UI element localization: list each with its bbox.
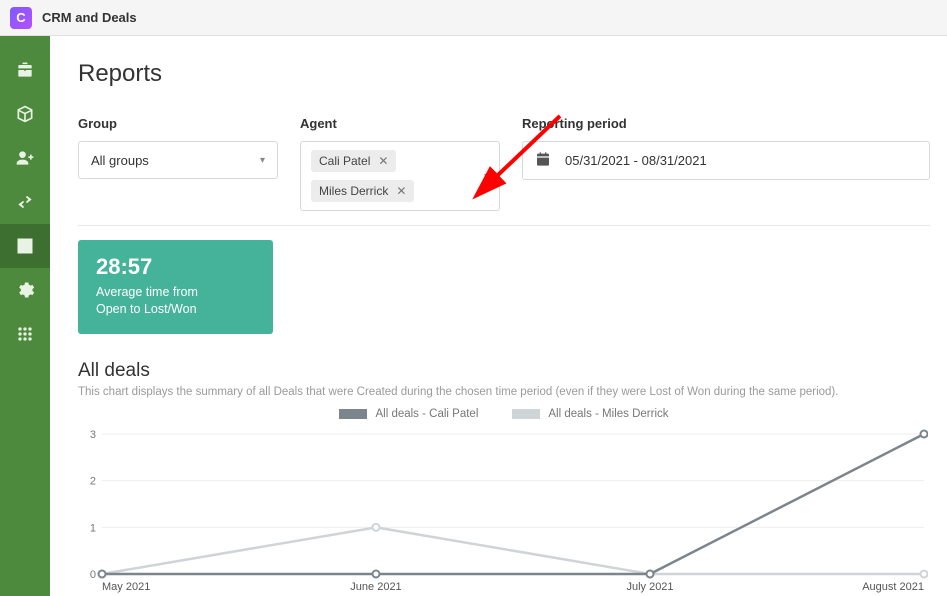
metric-label: Average time from Open to Lost/Won [96,284,255,318]
chevron-down-icon: ▾ [260,155,265,166]
legend-item: All deals - Miles Derrick [512,408,668,420]
briefcase-icon [15,60,35,80]
metric-value: 28:57 [96,254,255,280]
gear-icon [15,280,35,300]
apps-grid-icon [15,324,35,344]
nav-settings[interactable] [0,268,50,312]
user-plus-icon [15,148,35,168]
svg-text:May 2021: May 2021 [102,581,150,593]
svg-text:July 2021: July 2021 [626,581,673,593]
metric-card: 28:57 Average time from Open to Lost/Won [78,240,273,334]
legend-swatch [512,409,540,419]
legend-label: All deals - Miles Derrick [548,408,668,420]
chart-legend: All deals - Cali Patel All deals - Miles… [78,408,930,420]
main-content: Reports Group All groups ▾ Agent Cali Pa… [50,36,947,596]
topbar: C CRM and Deals [0,0,947,36]
agent-tag-name: Miles Derrick [319,184,388,198]
agent-tag-name: Cali Patel [319,154,370,168]
nav-briefcase[interactable] [0,48,50,92]
app-logo: C [10,7,32,29]
period-select[interactable]: 05/31/2021 - 08/31/2021 [522,141,930,180]
page-title: Reports [78,60,930,88]
remove-tag-icon[interactable]: ✕ [378,155,388,167]
nav-user-add[interactable] [0,136,50,180]
filter-agent: Agent Cali Patel ✕ Miles Derrick ✕ ▾ [300,116,500,211]
calendar-icon [535,151,551,170]
legend-label: All deals - Cali Patel [375,408,478,420]
svg-text:2: 2 [90,475,96,487]
nav-reports[interactable] [0,224,50,268]
chart: 0 1 2 3 May 2021 June 2021 July 2021 August 202… [78,426,928,596]
nav-transfer[interactable] [0,180,50,224]
group-label: Group [78,116,278,131]
agent-label: Agent [300,116,500,131]
svg-text:June 2021: June 2021 [350,581,401,593]
chevron-down-icon: ▾ [484,171,489,182]
app-title: CRM and Deals [42,10,137,25]
package-icon [15,104,35,124]
agent-tag: Cali Patel ✕ [311,150,396,172]
filter-group: Group All groups ▾ [78,116,278,211]
period-value: 05/31/2021 - 08/31/2021 [565,153,707,168]
svg-text:August 2021: August 2021 [862,581,924,593]
filter-period: Reporting period 05/31/2021 - 08/31/2021 [522,116,930,211]
group-value: All groups [91,153,149,168]
legend-swatch [339,409,367,419]
svg-text:3: 3 [90,429,96,441]
agent-select[interactable]: Cali Patel ✕ Miles Derrick ✕ ▾ [300,141,500,211]
transfer-icon [15,192,35,212]
sidebar [0,36,50,596]
nav-package[interactable] [0,92,50,136]
chart-icon [15,236,35,256]
legend-item: All deals - Cali Patel [339,408,478,420]
remove-tag-icon[interactable]: ✕ [396,185,406,197]
period-label: Reporting period [522,116,930,131]
svg-text:1: 1 [90,522,96,534]
svg-text:0: 0 [90,569,96,581]
nav-apps[interactable] [0,312,50,356]
divider [78,225,930,226]
agent-tag: Miles Derrick ✕ [311,180,414,202]
filter-row: Group All groups ▾ Agent Cali Patel ✕ [78,116,930,211]
section-subtitle: This chart displays the summary of all D… [78,386,930,398]
agent-tags: Cali Patel ✕ Miles Derrick ✕ [311,150,478,202]
section-title: All deals [78,360,930,382]
group-select[interactable]: All groups ▾ [78,141,278,179]
